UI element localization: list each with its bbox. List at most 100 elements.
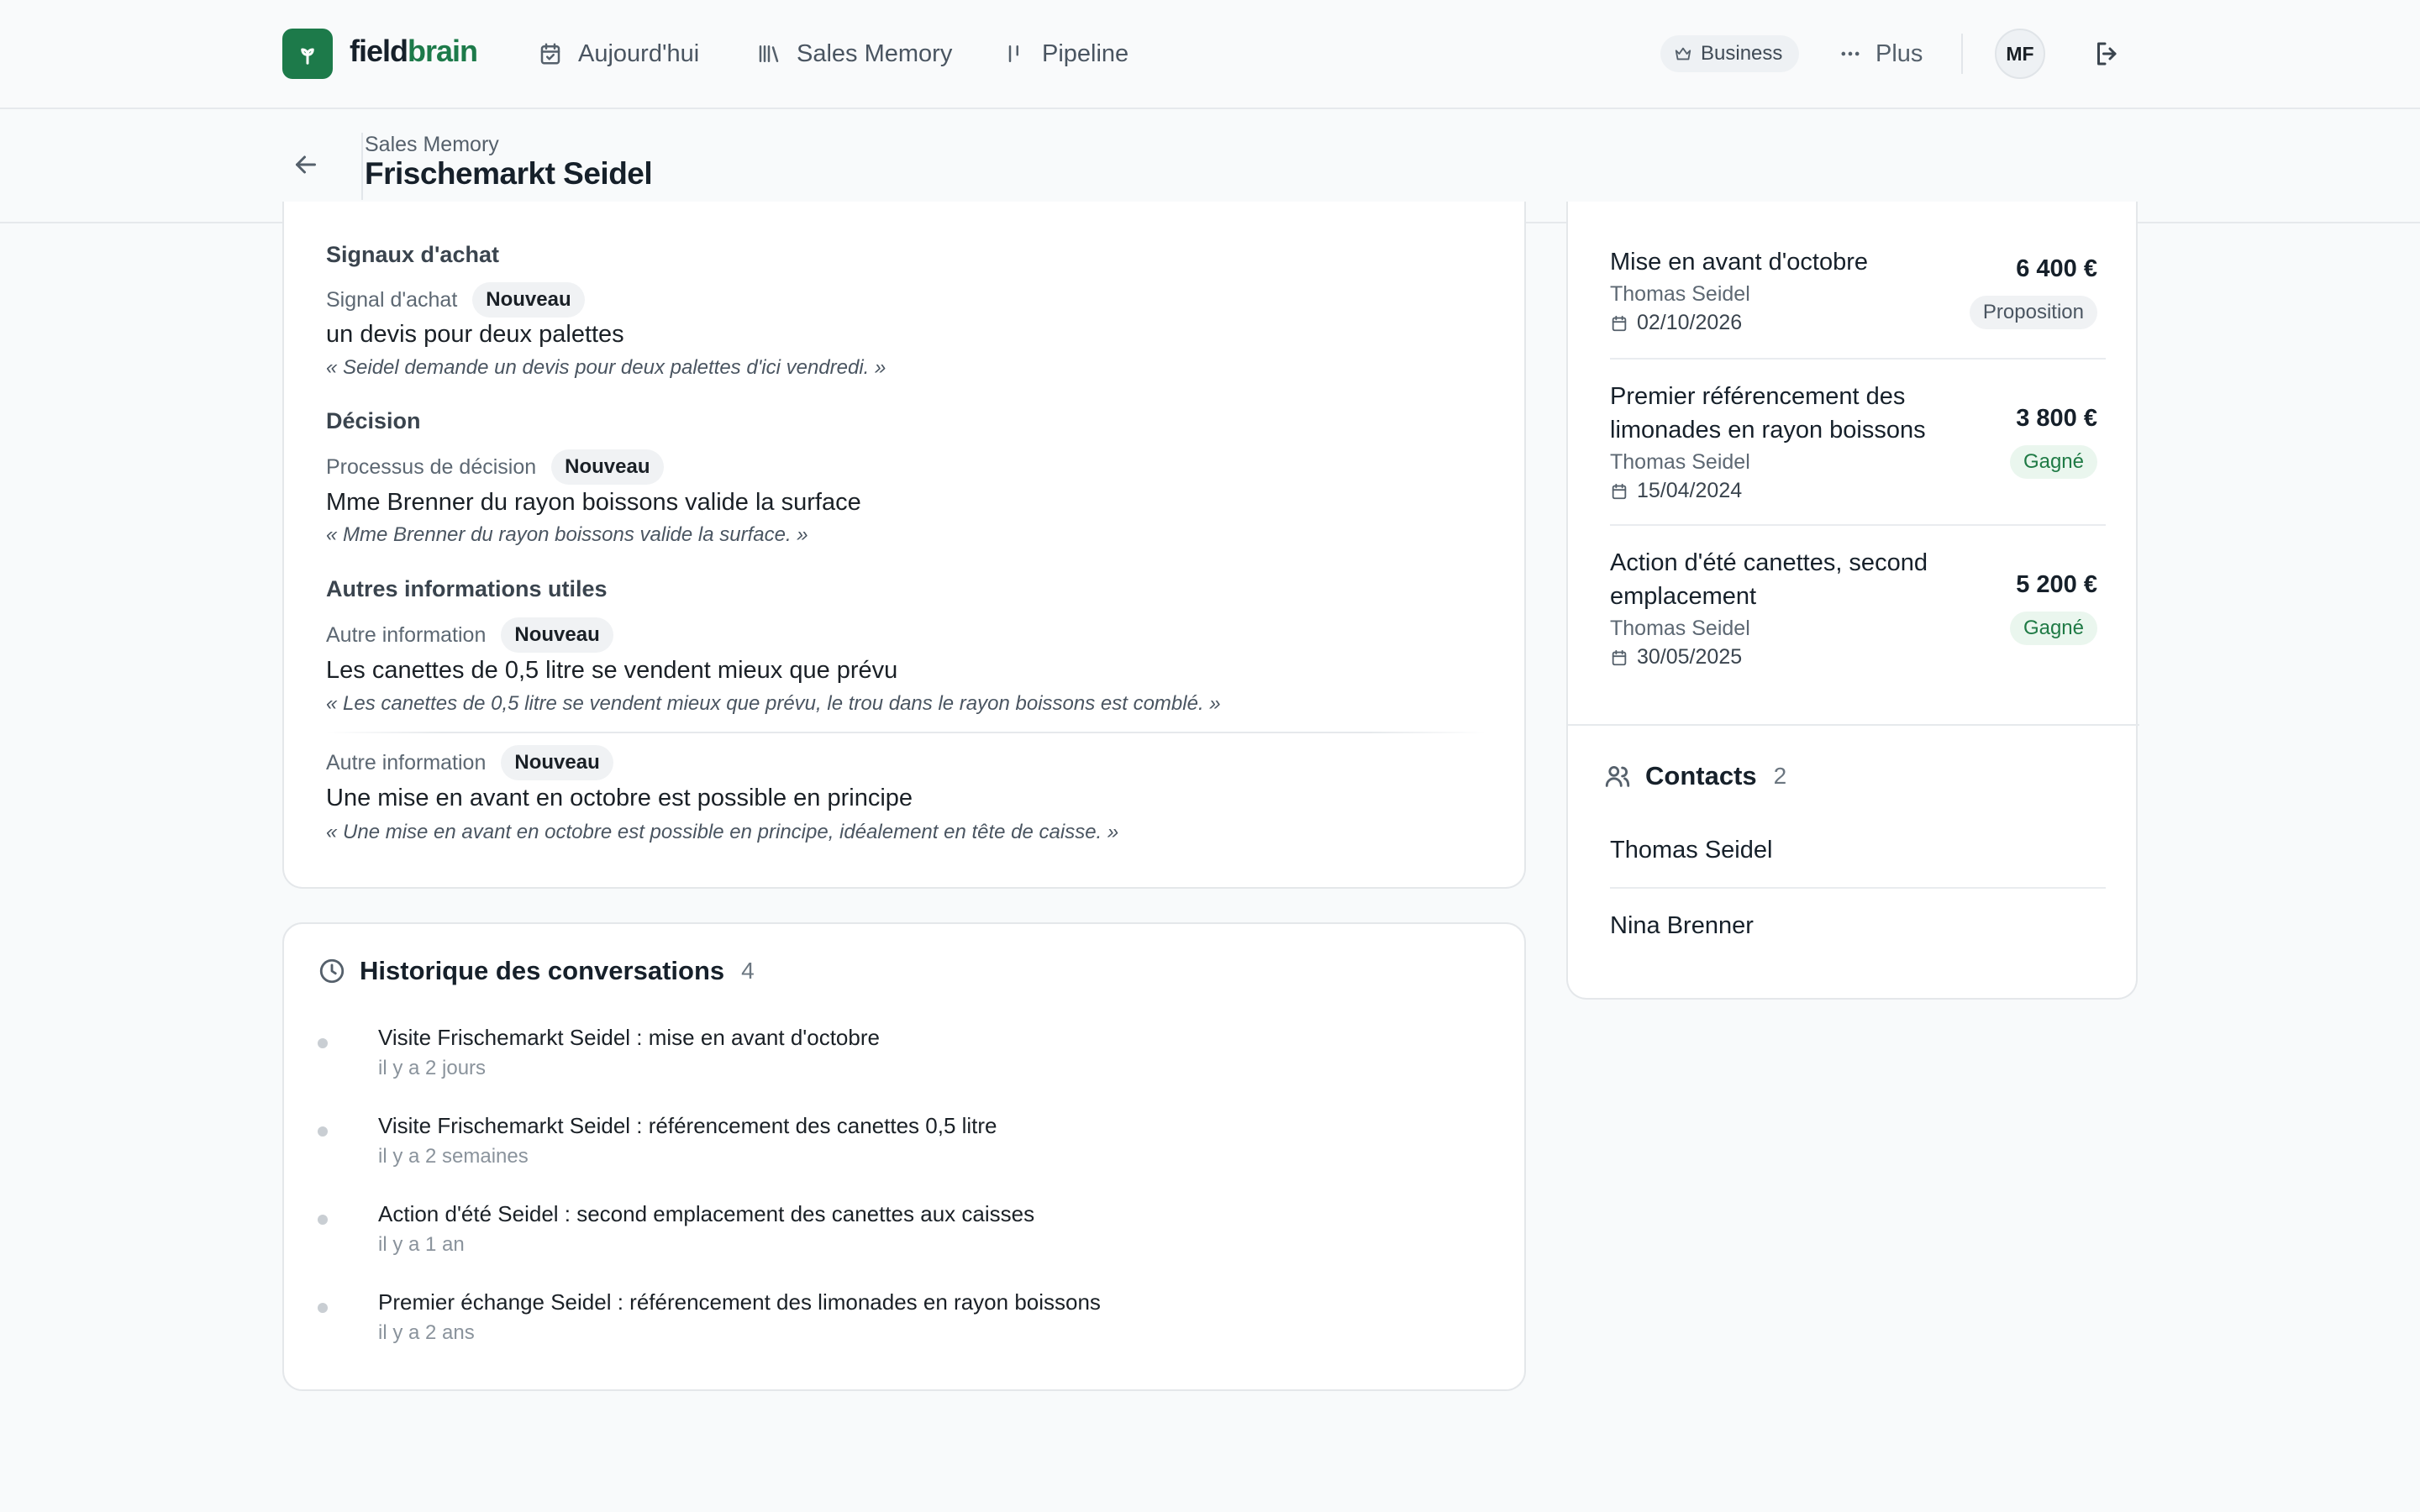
new-badge: Nouveau <box>551 449 664 485</box>
insight-quote: « Les canettes de 0,5 litre se vendent m… <box>326 692 1221 715</box>
insight-label: Autre information <box>326 750 487 774</box>
deal-status-badge: Gagné <box>2009 612 2097 645</box>
history-dot <box>318 1038 328 1048</box>
item-divider <box>326 732 1486 733</box>
nav-today[interactable]: Aujourd'hui <box>538 34 699 74</box>
contact-item[interactable]: Thomas Seidel <box>1610 837 1772 864</box>
deal-title: Mise en avant d'octobre <box>1610 249 1868 276</box>
history-item-time: il y a 1 an <box>378 1233 465 1256</box>
calendar-icon <box>1612 315 1627 331</box>
insight-value: un devis pour deux palettes <box>326 321 624 348</box>
nav-pipeline[interactable]: Pipeline <box>1002 34 1128 74</box>
nav-pipeline-label: Pipeline <box>1042 39 1129 67</box>
insight-label-row: Autre information Nouveau <box>326 744 613 781</box>
deal-date: 02/10/2026 <box>1610 311 1742 335</box>
plan-badge-label: Business <box>1701 42 1783 65</box>
history-item-title: Visite Frischemarkt Seidel : référenceme… <box>378 1113 997 1138</box>
arrow-left-icon <box>296 155 316 174</box>
contact-divider <box>1610 887 2106 889</box>
contacts-title: Contacts <box>1645 761 1757 790</box>
deal-date-value: 15/04/2024 <box>1637 479 1743 502</box>
history-dot <box>318 1303 328 1313</box>
logout-button[interactable] <box>2092 39 2123 69</box>
deal-divider <box>1610 358 2106 360</box>
history-dot <box>318 1126 328 1137</box>
logout-icon <box>2097 42 2117 66</box>
deal-date: 15/04/2024 <box>1610 479 1742 503</box>
top-navigation: fieldbrain Aujourd'hui Sales Memory Pipe… <box>0 0 2420 109</box>
deal-item[interactable]: Premier référencement des limonades en r… <box>1610 380 2106 502</box>
section-heading-decision: Décision <box>326 408 421 433</box>
nav-today-label: Aujourd'hui <box>578 39 700 67</box>
more-menu-button[interactable]: Plus <box>1839 34 1923 74</box>
ellipsis-icon <box>1841 51 1860 56</box>
avatar-initials: MF <box>2006 42 2034 65</box>
history-item-title: Visite Frischemarkt Seidel : mise en ava… <box>378 1025 880 1050</box>
history-title: Historique des conversations <box>360 956 725 985</box>
deal-item[interactable]: Action d'été canettes, second emplacemen… <box>1610 546 2106 669</box>
brand-logo[interactable] <box>282 29 333 79</box>
deal-owner: Thomas Seidel <box>1610 617 1750 640</box>
insight-label: Processus de décision <box>326 454 537 479</box>
insight-label-row: Processus de décision Nouveau <box>326 449 664 486</box>
insights-card: Signaux d'achat Signal d'achat Nouveau u… <box>282 202 1526 889</box>
insight-value: Une mise en avant en octobre est possibl… <box>326 785 913 811</box>
users-icon <box>1605 765 1630 787</box>
insight-label: Autre information <box>326 622 487 647</box>
contacts-header: Contacts 2 <box>1603 761 1786 791</box>
calendar-icon <box>1612 649 1627 665</box>
deal-amount: 3 800 € <box>2016 405 2097 432</box>
contacts-count: 2 <box>1773 763 1787 789</box>
deal-amount: 6 400 € <box>2016 255 2097 282</box>
deal-date-value: 02/10/2026 <box>1637 311 1743 334</box>
conversation-history-card: Historique des conversations 4 Visite Fr… <box>282 922 1526 1391</box>
insight-quote: « Une mise en avant en octobre est possi… <box>326 821 1119 843</box>
library-icon <box>759 45 779 62</box>
history-item-title: Action d'été Seidel : second emplacement… <box>378 1201 1035 1226</box>
calendar-icon <box>1612 483 1627 499</box>
history-header: Historique des conversations 4 <box>318 956 755 986</box>
nav-sales-memory[interactable]: Sales Memory <box>756 34 952 74</box>
more-menu-label: Plus <box>1876 39 1923 67</box>
plan-badge[interactable]: Business <box>1660 35 1800 72</box>
section-heading-buying-signals: Signaux d'achat <box>326 242 499 267</box>
new-badge: Nouveau <box>472 282 585 318</box>
insight-label-row: Signal d'achat Nouveau <box>326 281 585 318</box>
insight-label: Signal d'achat <box>326 287 458 312</box>
breadcrumb-divider <box>361 133 363 200</box>
calendar-check-icon <box>540 43 560 65</box>
contact-item[interactable]: Nina Brenner <box>1610 912 1754 940</box>
insight-quote: « Seidel demande un devis pour deux pale… <box>326 356 886 379</box>
insight-quote: « Mme Brenner du rayon boissons valide l… <box>326 523 808 546</box>
avatar[interactable]: MF <box>1995 29 2045 79</box>
page-title: Frischemarkt Seidel <box>365 156 653 191</box>
deal-title: Premier référencement des limonades en r… <box>1610 383 1926 444</box>
deal-owner: Thomas Seidel <box>1610 282 1750 306</box>
deal-status-badge: Gagné <box>2009 445 2097 479</box>
clock-icon <box>319 958 345 984</box>
history-dot <box>318 1215 328 1225</box>
back-button[interactable] <box>291 150 321 180</box>
breadcrumb[interactable]: Sales Memory <box>365 133 499 157</box>
pipeline-icon <box>1008 45 1018 62</box>
deals-contacts-card: Mise en avant d'octobre Thomas Seidel 02… <box>1566 202 2139 1000</box>
history-item-time: il y a 2 jours <box>378 1057 487 1079</box>
history-item-title: Premier échange Seidel : référencement d… <box>378 1289 1101 1315</box>
insight-value: Les canettes de 0,5 litre se vendent mie… <box>326 657 898 684</box>
deal-divider <box>1610 524 2106 526</box>
crown-icon <box>1675 47 1691 60</box>
deal-owner: Thomas Seidel <box>1610 450 1750 474</box>
deal-status-badge: Proposition <box>1969 296 2097 329</box>
deal-amount: 5 200 € <box>2016 571 2097 598</box>
deal-item[interactable]: Mise en avant d'octobre Thomas Seidel 02… <box>1610 245 2106 346</box>
new-badge: Nouveau <box>501 617 613 653</box>
insight-label-row: Autre information Nouveau <box>326 617 613 654</box>
leaf-logo-icon <box>301 48 314 65</box>
section-divider <box>1568 724 2139 726</box>
brand-name-part2: brain <box>408 34 478 68</box>
nav-divider <box>1961 34 1963 74</box>
brand-name[interactable]: fieldbrain <box>350 34 478 69</box>
history-count: 4 <box>741 958 755 984</box>
history-item-time: il y a 2 ans <box>378 1321 475 1344</box>
deal-date-value: 30/05/2025 <box>1637 645 1743 669</box>
